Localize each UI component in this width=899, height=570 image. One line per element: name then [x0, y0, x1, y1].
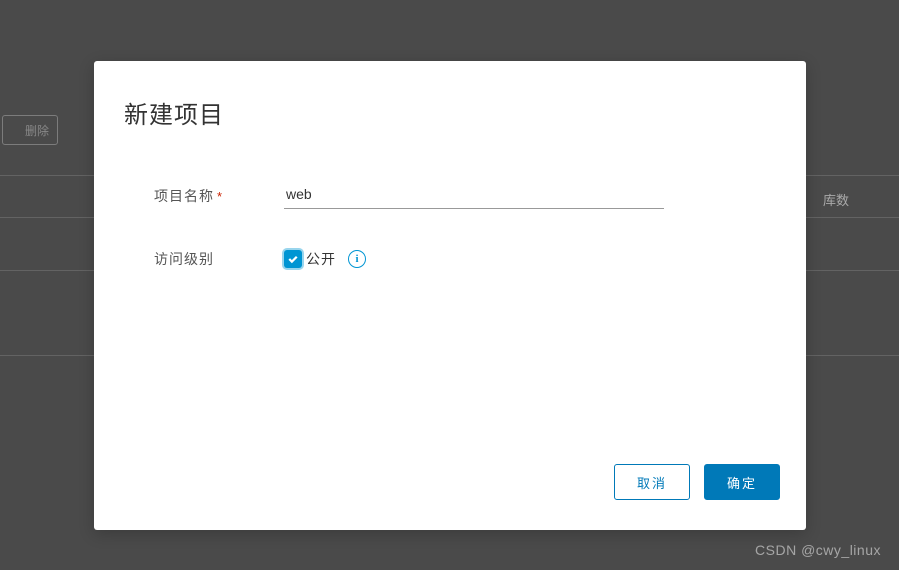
confirm-button[interactable]: 确定: [704, 464, 780, 500]
required-mark: *: [217, 189, 223, 204]
info-icon[interactable]: i: [348, 250, 366, 268]
modal-footer: 取消 确定: [94, 464, 806, 530]
access-level-row: 访问级别 公开 i: [154, 249, 776, 269]
bg-column-header: 库数: [823, 190, 849, 209]
project-name-input[interactable]: [284, 182, 664, 209]
watermark: CSDN @cwy_linux: [755, 542, 881, 558]
project-name-row: 项目名称*: [154, 182, 776, 209]
public-checkbox-label: 公开: [306, 249, 336, 269]
checkmark-icon: [287, 253, 299, 265]
modal-title: 新建项目: [94, 61, 806, 130]
new-project-modal: 新建项目 项目名称* 访问级别 公开 i 取消 确定: [94, 61, 806, 530]
access-level-label: 访问级别: [154, 249, 284, 269]
public-checkbox[interactable]: [284, 250, 302, 268]
project-name-label: 项目名称*: [154, 186, 284, 206]
bg-delete-button: 删除: [2, 115, 58, 145]
modal-body: 项目名称* 访问级别 公开 i: [94, 130, 806, 464]
cancel-button[interactable]: 取消: [614, 464, 690, 500]
public-checkbox-wrap: 公开 i: [284, 249, 366, 269]
